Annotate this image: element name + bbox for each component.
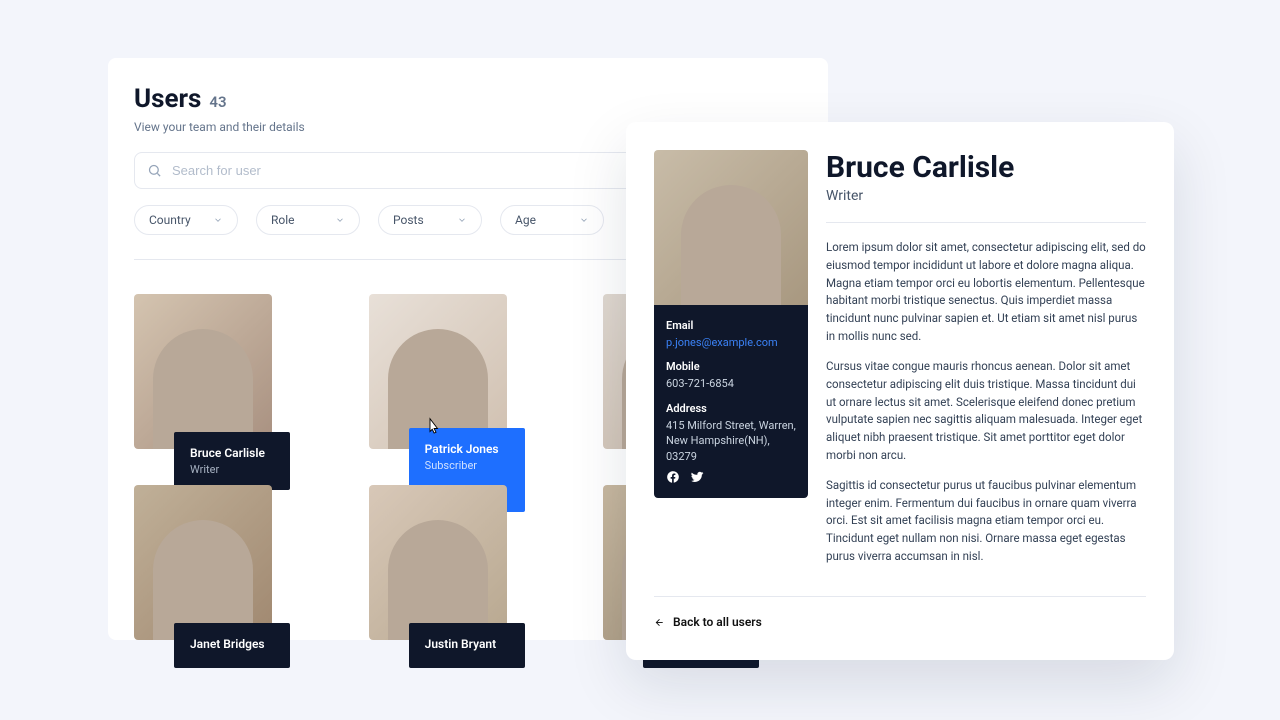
email-label: Email: [666, 319, 796, 332]
user-name: Bruce Carlisle: [190, 446, 274, 460]
page-title: Users: [134, 84, 201, 114]
mobile-value: 603-721-6854: [666, 376, 796, 391]
social-row: [666, 470, 796, 484]
chevron-down-icon: [335, 215, 345, 225]
filter-label: Age: [515, 213, 536, 227]
user-label: Justin Bryant: [409, 623, 525, 668]
back-label: Back to all users: [673, 615, 762, 629]
user-name: Patrick Jones: [425, 442, 509, 456]
filter-country[interactable]: Country: [134, 205, 238, 235]
detail-paragraph: Lorem ipsum dolor sit amet, consectetur …: [826, 239, 1146, 346]
address-value: 415 Milford Street, Warren, New Hampshir…: [666, 418, 796, 464]
arrow-left-icon: [654, 617, 665, 628]
users-count: 43: [209, 93, 226, 111]
filter-label: Posts: [393, 213, 424, 227]
user-name: Justin Bryant: [425, 637, 509, 651]
facebook-icon[interactable]: [666, 470, 680, 484]
chevron-down-icon: [213, 215, 223, 225]
back-to-users-link[interactable]: Back to all users: [654, 615, 762, 629]
user-photo: [369, 485, 507, 640]
user-label: Bruce Carlisle Writer: [174, 432, 290, 490]
filter-label: Role: [271, 213, 295, 227]
address-label: Address: [666, 402, 796, 415]
divider: [654, 596, 1146, 597]
detail-top: Email p.jones@example.com Mobile 603-721…: [654, 150, 1146, 578]
user-card[interactable]: Bruce Carlisle Writer: [134, 294, 333, 449]
chevron-down-icon: [579, 215, 589, 225]
detail-name: Bruce Carlisle: [826, 150, 1146, 185]
detail-paragraph: Cursus vitae congue mauris rhoncus aenea…: [826, 358, 1146, 465]
user-photo: [134, 294, 272, 449]
chevron-down-icon: [457, 215, 467, 225]
user-name: Janet Bridges: [190, 637, 274, 651]
filter-role[interactable]: Role: [256, 205, 360, 235]
email-value[interactable]: p.jones@example.com: [666, 335, 796, 350]
user-photo: [134, 485, 272, 640]
detail-paragraph: Sagittis id consectetur purus ut faucibu…: [826, 477, 1146, 566]
search-icon: [147, 163, 162, 178]
page-title-row: Users 43: [134, 84, 802, 114]
user-label: Janet Bridges: [174, 623, 290, 668]
user-card[interactable]: Patrick Jones Subscriber View profile: [369, 294, 568, 449]
user-role: Writer: [190, 463, 274, 476]
user-card[interactable]: Janet Bridges: [134, 485, 333, 640]
filter-posts[interactable]: Posts: [378, 205, 482, 235]
detail-sidebar: Email p.jones@example.com Mobile 603-721…: [654, 150, 808, 578]
filter-label: Country: [149, 213, 191, 227]
user-photo: [369, 294, 507, 449]
detail-role: Writer: [826, 188, 1146, 204]
detail-meta: Email p.jones@example.com Mobile 603-721…: [654, 305, 808, 498]
user-card[interactable]: Justin Bryant: [369, 485, 568, 640]
filter-age[interactable]: Age: [500, 205, 604, 235]
divider: [826, 222, 1146, 223]
user-detail-panel: Email p.jones@example.com Mobile 603-721…: [626, 122, 1174, 660]
detail-main: Bruce Carlisle Writer Lorem ipsum dolor …: [826, 150, 1146, 578]
twitter-icon[interactable]: [690, 470, 704, 484]
detail-photo: [654, 150, 808, 305]
mobile-label: Mobile: [666, 360, 796, 373]
user-role: Subscriber: [425, 459, 509, 472]
